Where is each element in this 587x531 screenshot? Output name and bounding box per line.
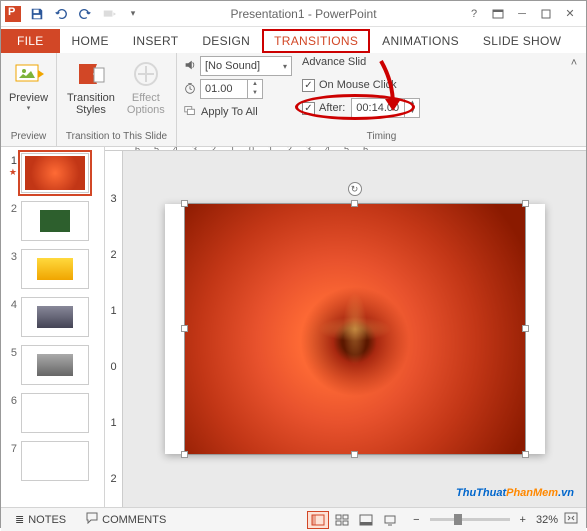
after-up[interactable]: ▲ xyxy=(405,99,419,108)
after-down[interactable]: ▼ xyxy=(405,108,419,117)
duration-up[interactable]: ▲ xyxy=(248,80,262,89)
selected-image[interactable]: ↻ xyxy=(185,204,525,454)
help-icon[interactable]: ? xyxy=(462,4,486,24)
title-bar: ▾ Presentation1 - PowerPoint ? ─ ✕ xyxy=(1,1,586,27)
effect-options-button[interactable]: Effect Options xyxy=(123,56,169,118)
resize-handle[interactable] xyxy=(181,200,188,207)
undo-icon[interactable] xyxy=(50,3,72,25)
after-spinner[interactable]: ▲▼ xyxy=(351,98,420,118)
view-buttons xyxy=(307,511,401,529)
watermark: ThuThuatPhanMem.vn xyxy=(456,480,574,501)
ribbon-tabs: FILE HOME INSERT DESIGN TRANSITIONS ANIM… xyxy=(1,27,586,53)
slide[interactable]: ↻ xyxy=(165,204,545,454)
duration-input[interactable] xyxy=(201,83,247,95)
slideshow-view-button[interactable] xyxy=(379,511,401,529)
tab-transitions[interactable]: TRANSITIONS xyxy=(262,29,370,53)
slide-editor: 6543210123456 321012 ↻ ThuThuatPhanMem.v… xyxy=(105,147,586,507)
tab-insert[interactable]: INSERT xyxy=(121,29,191,53)
checkbox-icon: ✓ xyxy=(302,79,315,92)
group-transition-label: Transition to This Slide xyxy=(63,129,170,144)
start-from-beginning-icon[interactable] xyxy=(98,3,120,25)
on-mouse-click-checkbox[interactable]: ✓ On Mouse Click xyxy=(302,75,420,95)
apply-to-all-button[interactable]: Apply To All xyxy=(183,102,292,122)
duration-icon xyxy=(183,81,197,98)
normal-view-button[interactable] xyxy=(307,511,329,529)
zoom-level[interactable]: 32% xyxy=(530,514,564,526)
slide-thumb-3[interactable] xyxy=(21,249,89,289)
notes-button[interactable]: ≣NOTES xyxy=(9,513,72,526)
after-checkbox[interactable]: ✓ xyxy=(302,102,315,115)
animation-star-icon: ★ xyxy=(7,167,17,178)
comments-button[interactable]: COMMENTS xyxy=(80,512,172,527)
zoom-slider[interactable] xyxy=(430,518,510,521)
ribbon: ˄ Preview ▾ Preview Transition Styles Ef… xyxy=(1,53,586,147)
tab-slideshow[interactable]: SLIDE SHOW xyxy=(471,29,573,53)
notes-icon: ≣ xyxy=(15,513,24,526)
sorter-view-button[interactable] xyxy=(331,511,353,529)
resize-handle[interactable] xyxy=(181,325,188,332)
collapse-ribbon-icon[interactable]: ˄ xyxy=(566,57,582,73)
rotation-handle[interactable]: ↻ xyxy=(348,182,362,196)
redo-icon[interactable] xyxy=(74,3,96,25)
advance-slide-label: Advance Slid xyxy=(302,56,420,72)
resize-handle[interactable] xyxy=(181,451,188,458)
ruler-vertical: 321012 xyxy=(105,151,123,507)
after-input[interactable] xyxy=(352,102,404,115)
save-icon[interactable] xyxy=(26,3,48,25)
tab-design[interactable]: DESIGN xyxy=(190,29,262,53)
after-label: After: xyxy=(319,102,345,114)
slide-thumb-1[interactable] xyxy=(21,153,89,193)
apply-all-icon xyxy=(183,104,197,121)
reading-view-button[interactable] xyxy=(355,511,377,529)
effect-options-icon xyxy=(130,58,162,90)
work-area: 1★ 2 3 4 5 6 7 6543210123456 321012 ↻ xyxy=(1,147,586,507)
sound-icon xyxy=(183,58,197,75)
group-timing-label: Timing xyxy=(183,129,580,144)
app-icon xyxy=(5,6,21,22)
tab-home[interactable]: HOME xyxy=(60,29,121,53)
resize-handle[interactable] xyxy=(522,325,529,332)
maximize-button[interactable] xyxy=(534,4,558,24)
preview-icon xyxy=(13,58,45,90)
window-title: Presentation1 - PowerPoint xyxy=(145,7,462,21)
preview-button[interactable]: Preview ▾ xyxy=(7,56,50,114)
comments-icon xyxy=(86,512,98,527)
zoom-out-button[interactable]: − xyxy=(409,514,423,526)
ribbon-display-icon[interactable] xyxy=(486,4,510,24)
status-bar: ≣NOTES COMMENTS − + 32% xyxy=(1,507,586,531)
group-preview-label: Preview xyxy=(7,129,50,144)
slide-thumb-4[interactable] xyxy=(21,297,89,337)
slide-canvas[interactable]: ↻ ThuThuatPhanMem.vn xyxy=(123,151,586,507)
slide-number: 1 xyxy=(11,155,17,167)
minimize-button[interactable]: ─ xyxy=(510,4,534,24)
tab-animations[interactable]: ANIMATIONS xyxy=(370,29,471,53)
slide-thumb-2[interactable] xyxy=(21,201,89,241)
resize-handle[interactable] xyxy=(351,200,358,207)
resize-handle[interactable] xyxy=(351,451,358,458)
zoom-in-button[interactable]: + xyxy=(516,514,530,526)
transition-styles-icon xyxy=(75,58,107,90)
slide-thumb-6[interactable] xyxy=(21,393,89,433)
qat-customize-icon[interactable]: ▾ xyxy=(122,3,144,25)
duration-spinner[interactable]: ▲▼ xyxy=(200,79,263,99)
transition-styles-button[interactable]: Transition Styles xyxy=(63,56,119,118)
fit-to-window-button[interactable] xyxy=(564,512,578,527)
resize-handle[interactable] xyxy=(522,451,529,458)
tab-file[interactable]: FILE xyxy=(1,29,60,53)
sound-dropdown[interactable]: [No Sound]▾ xyxy=(200,56,292,76)
slide-thumb-5[interactable] xyxy=(21,345,89,385)
resize-handle[interactable] xyxy=(522,200,529,207)
slide-thumb-7[interactable] xyxy=(21,441,89,481)
slide-thumbnails-panel[interactable]: 1★ 2 3 4 5 6 7 xyxy=(1,147,105,507)
duration-down[interactable]: ▼ xyxy=(248,89,262,98)
close-button[interactable]: ✕ xyxy=(558,4,582,24)
